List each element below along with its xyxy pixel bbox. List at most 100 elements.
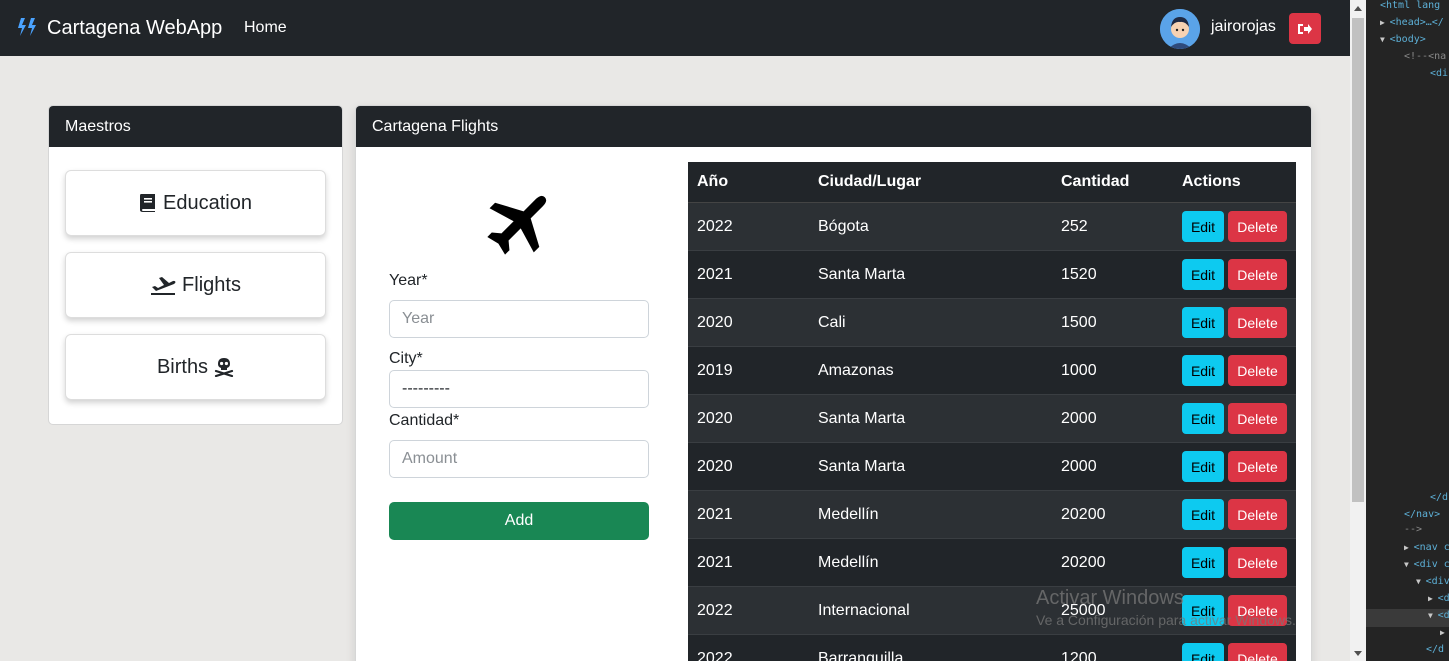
nav-home-link[interactable]: Home (244, 19, 287, 37)
scroll-thumb[interactable] (1352, 18, 1364, 502)
flights-header: Cartagena Flights (356, 106, 1311, 147)
amount-label: Cantidad* (389, 412, 460, 429)
edit-button[interactable]: Edit (1182, 307, 1224, 338)
devtools-node-text: <head>…</ (1389, 17, 1444, 28)
scroll-up-arrow-icon[interactable] (1350, 0, 1366, 16)
cell-amount: 1000 (1061, 361, 1097, 379)
logout-icon (1298, 23, 1312, 34)
scroll-down-arrow-icon[interactable] (1350, 645, 1366, 661)
cell-amount: 1500 (1061, 313, 1097, 331)
master-flights-button[interactable]: Flights (65, 252, 326, 318)
devtools-expand-arrow-icon[interactable]: ▶ (1428, 594, 1438, 603)
cell-year: 2020 (697, 313, 733, 331)
table-row: 2022 Barranquilla 1200 Edit Delete (688, 635, 1296, 661)
devtools-expand-arrow-icon[interactable]: ▼ (1404, 560, 1414, 569)
cell-city: Medellín (818, 553, 879, 571)
devtools-node-text: </nav> (1404, 509, 1441, 520)
city-label: City* (389, 350, 423, 367)
airplane-icon (487, 195, 547, 255)
logout-button[interactable] (1289, 13, 1321, 44)
cell-city: Medellín (818, 505, 879, 523)
devtools-expand-arrow-icon[interactable]: ▼ (1416, 577, 1426, 586)
devtools-node-text: <nav cl (1413, 542, 1449, 553)
delete-button[interactable]: Delete (1228, 403, 1287, 434)
edit-button[interactable]: Edit (1182, 403, 1224, 434)
table-row: 2020 Santa Marta 2000 Edit Delete (688, 395, 1296, 443)
edit-button[interactable]: Edit (1182, 451, 1224, 482)
book-icon (140, 194, 156, 212)
edit-button[interactable]: Edit (1182, 259, 1224, 290)
devtools-dom-node[interactable]: </nav> (1404, 509, 1440, 520)
table-row: 2020 Cali 1500 Edit Delete (688, 299, 1296, 347)
cell-city: Santa Marta (818, 409, 906, 427)
devtools-dom-node[interactable]: ▼ <div (1416, 576, 1449, 587)
devtools-dom-node[interactable]: ▶ <nav cl (1404, 542, 1449, 553)
devtools-dom-node[interactable]: ▶ <head>…</ (1380, 17, 1444, 28)
cell-amount: 1200 (1061, 649, 1097, 661)
brand-bolt-icon[interactable] (16, 16, 38, 38)
delete-button[interactable]: Delete (1228, 211, 1287, 242)
table-row: 2022 Bógota 252 Edit Delete (688, 203, 1296, 251)
devtools-dom-node[interactable]: ▶ <d (1440, 627, 1449, 638)
navbar: Cartagena WebApp Home jairorojas (0, 0, 1350, 56)
edit-button[interactable]: Edit (1182, 643, 1224, 661)
devtools-expand-arrow-icon[interactable]: ▶ (1380, 18, 1390, 27)
cell-year: 2022 (697, 649, 733, 661)
cell-city: Barranquilla (818, 649, 904, 661)
cell-city: Cali (818, 313, 846, 331)
city-select[interactable]: --------- (389, 370, 649, 408)
devtools-dom-node[interactable]: ▼ <di (1428, 610, 1449, 621)
devtools-dom-node[interactable]: </d (1426, 644, 1444, 655)
skull-crossbones-icon (214, 358, 234, 377)
devtools-expand-arrow-icon[interactable]: ▼ (1428, 611, 1438, 620)
page-scrollbar[interactable] (1350, 0, 1366, 661)
flights-table: Año Ciudad/Lugar Cantidad Actions 2022 Bó… (688, 162, 1296, 661)
devtools-dom-node[interactable]: ▼ <body> (1380, 34, 1426, 45)
devtools-dom-node[interactable]: <!--<na (1404, 51, 1446, 62)
windows-watermark-subtitle: Ve a Configuración para activar Windows. (1036, 612, 1296, 628)
devtools-dom-node[interactable]: --> (1404, 524, 1422, 535)
edit-button[interactable]: Edit (1182, 355, 1224, 386)
add-button[interactable]: Add (389, 502, 649, 540)
username: jairorojas (1211, 18, 1276, 35)
delete-button[interactable]: Delete (1228, 547, 1287, 578)
table-body: 2022 Bógota 252 Edit Delete 2021 Santa Marta 15… (688, 203, 1296, 661)
cell-amount: 20200 (1061, 505, 1106, 523)
cell-year: 2019 (697, 361, 733, 379)
delete-button[interactable]: Delete (1228, 355, 1287, 386)
table-row: 2019 Amazonas 1000 Edit Delete (688, 347, 1296, 395)
devtools-dom-node[interactable]: <di (1430, 68, 1448, 79)
year-label: Year* (389, 272, 428, 289)
delete-button[interactable]: Delete (1228, 643, 1287, 661)
table-row: 2021 Medellín 20200 Edit Delete (688, 491, 1296, 539)
edit-button[interactable]: Edit (1182, 499, 1224, 530)
edit-button[interactable]: Edit (1182, 547, 1224, 578)
table-row: 2020 Santa Marta 2000 Edit Delete (688, 443, 1296, 491)
devtools-expand-arrow-icon[interactable]: ▶ (1404, 543, 1414, 552)
devtools-node-text: <body> (1389, 34, 1426, 45)
devtools-dom-node[interactable]: </d (1430, 492, 1448, 503)
devtools-dom-node[interactable]: ▼ <div cl (1404, 559, 1449, 570)
devtools-expand-arrow-icon[interactable]: ▼ (1380, 35, 1390, 44)
devtools-dom-node[interactable]: <html lang (1380, 0, 1440, 11)
master-education-button[interactable]: Education (65, 170, 326, 236)
cell-amount: 2000 (1061, 409, 1097, 427)
devtools-node-text: <!--<na (1404, 51, 1447, 62)
cell-amount: 252 (1061, 217, 1088, 235)
delete-button[interactable]: Delete (1228, 307, 1287, 338)
devtools-dom-node[interactable]: ▶ <di (1428, 593, 1449, 604)
cell-city: Internacional (818, 601, 910, 619)
year-input[interactable] (389, 300, 649, 338)
delete-button[interactable]: Delete (1228, 259, 1287, 290)
devtools-expand-arrow-icon[interactable]: ▶ (1440, 628, 1449, 637)
avatar[interactable] (1160, 9, 1200, 49)
delete-button[interactable]: Delete (1228, 451, 1287, 482)
header-amount: Cantidad (1061, 173, 1130, 190)
brand-title[interactable]: Cartagena WebApp (47, 17, 222, 40)
master-births-label: Births (156, 355, 209, 378)
devtools-node-text: <di (1437, 610, 1449, 621)
edit-button[interactable]: Edit (1182, 211, 1224, 242)
amount-input[interactable] (389, 440, 649, 478)
master-births-button[interactable]: Births (65, 334, 326, 400)
delete-button[interactable]: Delete (1228, 499, 1287, 530)
